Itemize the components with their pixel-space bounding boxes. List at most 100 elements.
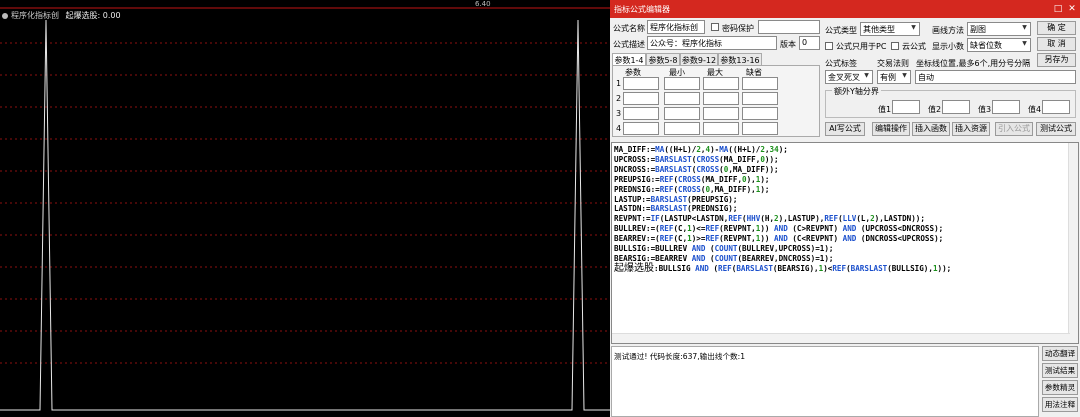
maximize-icon[interactable]: □ bbox=[1052, 3, 1064, 15]
signal-value-label: 起爆选股: 0.00 bbox=[65, 11, 121, 20]
version-input[interactable]: 0 bbox=[799, 36, 820, 50]
value4-label: 值4 bbox=[1028, 105, 1042, 114]
cloud-checkbox[interactable] bbox=[891, 42, 899, 50]
value3-input[interactable] bbox=[992, 100, 1020, 114]
param4-default-input[interactable] bbox=[742, 122, 778, 135]
ai-write-formula-button[interactable]: AI写公式 bbox=[825, 122, 865, 136]
indicator-dot-icon[interactable] bbox=[2, 12, 8, 19]
decimals-select[interactable]: 缺省位数 ▼ bbox=[967, 38, 1031, 52]
code-line: BEARREV:=(REF(C,1)>=REF(REVPNT,1)) AND (… bbox=[614, 234, 944, 244]
code-line: BEARSIG:=BEARREV AND (COUNT(BEARREV,DNCR… bbox=[614, 253, 834, 263]
param2-default-input[interactable] bbox=[742, 92, 778, 105]
trade-rule-select[interactable]: 有例 ▼ bbox=[877, 70, 911, 84]
param2-name-input[interactable] bbox=[623, 92, 659, 105]
window-title: 指标公式编辑器 bbox=[614, 5, 670, 14]
chevron-down-icon: ▼ bbox=[902, 72, 907, 79]
value2-input[interactable] bbox=[942, 100, 970, 114]
import-formula-button[interactable]: 引入公式 bbox=[995, 122, 1033, 136]
chevron-down-icon: ▼ bbox=[1022, 24, 1027, 31]
edit-operation-button[interactable]: 编辑操作 bbox=[872, 122, 910, 136]
version-label: 版本 bbox=[780, 40, 796, 49]
draw-method-value: 副图 bbox=[970, 25, 986, 34]
param-panel: 参数 最小 最大 缺省 1 2 3 4 bbox=[612, 65, 820, 137]
formula-name-label: 公式名称 bbox=[613, 24, 645, 33]
draw-method-label: 画线方法 bbox=[932, 26, 964, 35]
param3-min-input[interactable] bbox=[664, 107, 700, 120]
code-line: PREUPSIG:=REF(CROSS(MA_DIFF,0),1); bbox=[614, 174, 770, 184]
indicator-chart[interactable]: 6.40 程序化指标创 起爆选股: 0.00 bbox=[0, 0, 610, 417]
param1-min-input[interactable] bbox=[664, 77, 700, 90]
draw-method-select[interactable]: 副图 ▼ bbox=[967, 22, 1031, 36]
formula-name-input[interactable]: 程序化指标创 bbox=[647, 20, 705, 34]
param1-max-input[interactable] bbox=[703, 77, 739, 90]
code-text: MA_DIFF:=MA((H+L)/2,4)-MA((H+L)/2,34); U… bbox=[614, 145, 951, 274]
code-editor[interactable]: MA_DIFF:=MA((H+L)/2,4)-MA((H+L)/2,34); U… bbox=[611, 142, 1079, 344]
title-bar[interactable]: 指标公式编辑器 □ ✕ bbox=[610, 0, 1080, 18]
pc-only-label: 公式只用于PC bbox=[836, 42, 887, 51]
cancel-button[interactable]: 取 消 bbox=[1037, 37, 1076, 51]
axis-position-label: 坐标线位置,最多6个,用分号分隔 bbox=[916, 59, 1031, 68]
price-readout: 6.40 bbox=[475, 0, 491, 8]
usage-notes-button[interactable]: 用法注释 bbox=[1042, 397, 1078, 412]
pc-only-checkbox[interactable] bbox=[825, 42, 833, 50]
value3-label: 值3 bbox=[978, 105, 992, 114]
test-result-button[interactable]: 测试结果 bbox=[1042, 363, 1078, 378]
value1-input[interactable] bbox=[892, 100, 920, 114]
y-axis-group-label: 额外Y轴分界 bbox=[832, 86, 881, 97]
param-wizard-button[interactable]: 参数精灵 bbox=[1042, 380, 1078, 395]
formula-desc-input[interactable]: 公众号：程序化指标 bbox=[647, 36, 777, 50]
param2-max-input[interactable] bbox=[703, 92, 739, 105]
password-input[interactable] bbox=[758, 20, 820, 34]
insert-function-button[interactable]: 插入函数 bbox=[912, 122, 950, 136]
chevron-down-icon: ▼ bbox=[864, 72, 869, 79]
formula-tag-select[interactable]: 金叉死叉 ▼ bbox=[825, 70, 873, 84]
status-text: 测试通过! 代码长度:637,输出线个数:1 bbox=[614, 352, 746, 361]
chevron-down-icon: ▼ bbox=[1022, 40, 1027, 47]
code-line: LASTDN:=BARSLAST(PREDNSIG); bbox=[614, 204, 738, 214]
param4-max-input[interactable] bbox=[703, 122, 739, 135]
param1-default-input[interactable] bbox=[742, 77, 778, 90]
param-row-number: 3 bbox=[616, 109, 622, 118]
param4-name-input[interactable] bbox=[623, 122, 659, 135]
close-icon[interactable]: ✕ bbox=[1066, 3, 1078, 15]
chart-canvas bbox=[0, 7, 610, 411]
param3-name-input[interactable] bbox=[623, 107, 659, 120]
decimals-label: 显示小数 bbox=[932, 42, 964, 51]
indicator-name[interactable]: 程序化指标创 bbox=[11, 11, 59, 20]
param-row-number: 2 bbox=[616, 94, 622, 103]
param2-min-input[interactable] bbox=[664, 92, 700, 105]
save-as-button[interactable]: 另存为 bbox=[1037, 53, 1076, 67]
code-line: LASTUP:=BARSLAST(PREUPSIG); bbox=[614, 194, 738, 204]
code-line: PREDNSIG:=REF(CROSS(0,MA_DIFF),1); bbox=[614, 184, 770, 194]
formula-type-label: 公式类型 bbox=[825, 26, 857, 35]
test-formula-button[interactable]: 测试公式 bbox=[1036, 122, 1076, 136]
dynamic-translate-button[interactable]: 动态翻译 bbox=[1042, 346, 1078, 361]
cloud-label: 云公式 bbox=[902, 42, 926, 51]
code-line: DNCROSS:=BARSLAST(CROSS(0,MA_DIFF)); bbox=[614, 164, 779, 174]
password-checkbox[interactable] bbox=[711, 23, 719, 31]
chart-header: 程序化指标创 起爆选股: 0.00 bbox=[2, 10, 121, 21]
horizontal-scrollbar[interactable] bbox=[612, 333, 1070, 343]
value1-label: 值1 bbox=[878, 105, 892, 114]
formula-desc-label: 公式描述 bbox=[613, 40, 645, 49]
password-label: 密码保护 bbox=[722, 24, 754, 33]
vertical-scrollbar[interactable] bbox=[1068, 143, 1078, 343]
code-line: UPCROSS:=BARSLAST(CROSS(MA_DIFF,0)); bbox=[614, 154, 779, 164]
code-line: BULLREV:=(REF(C,1)<=REF(REVPNT,1)) AND (… bbox=[614, 224, 944, 234]
code-line: REVPNT:=IF(LASTUP<LASTDN,REF(HHV(H,2),LA… bbox=[614, 214, 925, 224]
formula-type-select[interactable]: 其他类型 ▼ bbox=[860, 22, 920, 36]
ok-button[interactable]: 确 定 bbox=[1037, 21, 1076, 35]
insert-resource-button[interactable]: 插入资源 bbox=[952, 122, 990, 136]
axis-position-input[interactable]: 自动 bbox=[915, 70, 1076, 84]
param3-default-input[interactable] bbox=[742, 107, 778, 120]
param-row-number: 4 bbox=[616, 124, 622, 133]
formula-tag-value: 金叉死叉 bbox=[828, 73, 860, 82]
decimals-value: 缺省位数 bbox=[970, 41, 1002, 50]
chart-gridlines bbox=[0, 42, 610, 364]
value4-input[interactable] bbox=[1042, 100, 1070, 114]
param3-max-input[interactable] bbox=[703, 107, 739, 120]
trade-rule-value: 有例 bbox=[880, 73, 896, 82]
status-panel: 测试通过! 代码长度:637,输出线个数:1 bbox=[611, 346, 1039, 417]
param4-min-input[interactable] bbox=[664, 122, 700, 135]
param1-name-input[interactable] bbox=[623, 77, 659, 90]
